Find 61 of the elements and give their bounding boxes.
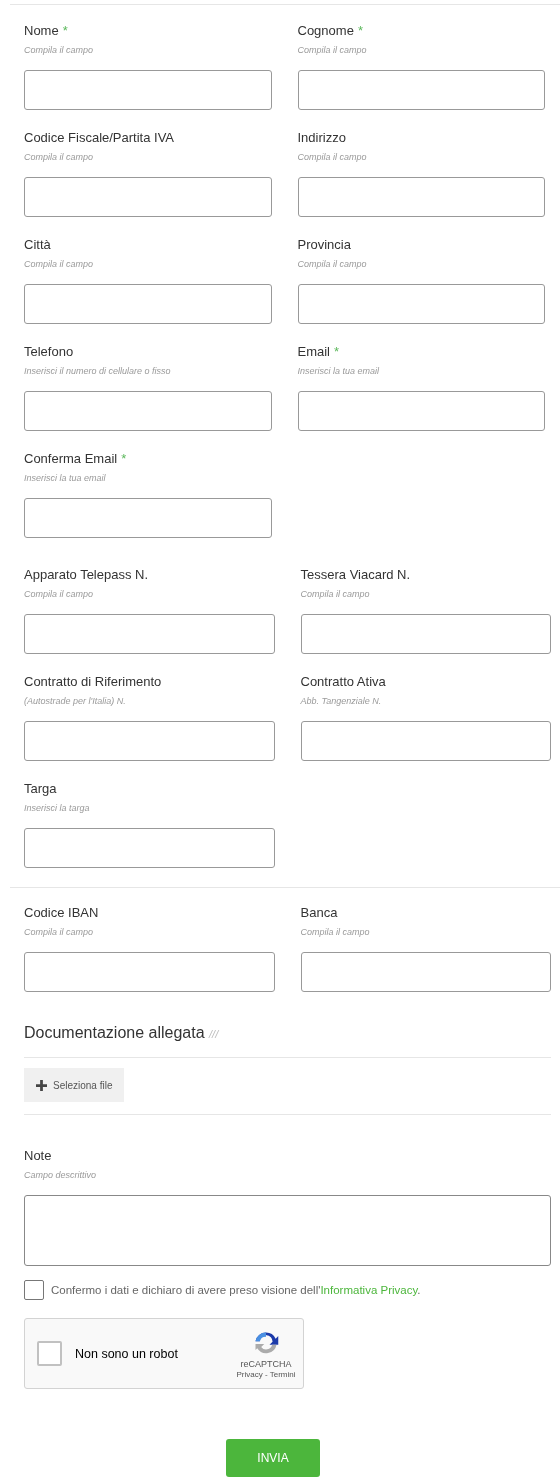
input-field[interactable] [300, 952, 551, 992]
field-hint: Inserisci la tua email [297, 365, 380, 377]
input-field[interactable] [297, 70, 545, 110]
input-field[interactable] [24, 391, 272, 431]
consent-checkbox[interactable] [24, 1280, 44, 1300]
input-field[interactable] [24, 952, 275, 992]
field-label: Tessera Viacard N. [300, 566, 411, 584]
field-label: Contratto Ativa [300, 673, 386, 691]
input-field[interactable] [24, 721, 275, 761]
notes-textarea[interactable] [24, 1195, 551, 1266]
field-label: Telefono [24, 343, 74, 361]
section-title: Documentazione allegata [24, 1024, 205, 1041]
input-field[interactable] [24, 284, 272, 324]
input-field[interactable] [300, 614, 551, 654]
field-hint: Compila il campo [300, 588, 370, 600]
field-label: Conferma Email * [24, 450, 127, 468]
field-hint: Campo descrittivo [24, 1169, 98, 1181]
field-hint: Compila il campo [300, 926, 370, 938]
field-label: Indirizzo [297, 129, 346, 147]
field-hint: Inserisci il numero di cellulare o fisso [24, 365, 171, 377]
select-file-button[interactable]: Seleziona file [24, 1068, 125, 1102]
input-field[interactable] [300, 721, 551, 761]
consent-text: Confermo i dati e dichiaro di avere preso visione dell'Informativa Privacy. [51, 1284, 421, 1296]
input-field[interactable] [24, 177, 272, 217]
field-label: Email * [297, 343, 340, 361]
field-hint: Compila il campo [24, 258, 94, 270]
field-hint: Compila il campo [297, 151, 367, 163]
field-hint: Compila il campo [24, 151, 94, 163]
field-label: Codice Fiscale/Partita IVA [24, 129, 175, 147]
input-field[interactable] [24, 498, 272, 538]
field-label: Città [24, 236, 51, 254]
field-hint: (Autostrade per l'Italia) N. [24, 695, 126, 707]
captcha-checkbox[interactable] [37, 1341, 62, 1366]
input-field[interactable] [297, 391, 545, 431]
input-field[interactable] [24, 828, 275, 868]
field-label: Codice IBAN [24, 904, 99, 922]
field-hint: Compila il campo [297, 258, 367, 270]
field-hint: Compila il campo [24, 44, 94, 56]
field-hint: Inserisci la targa [24, 802, 90, 814]
input-field[interactable] [297, 177, 545, 217]
field-label: Apparato Telepass N. [24, 566, 149, 584]
field-label: Banca [300, 904, 338, 922]
input-field[interactable] [24, 614, 275, 654]
field-label: Targa [24, 780, 57, 798]
input-field[interactable] [297, 284, 545, 324]
field-hint: Inserisci la tua email [24, 472, 106, 484]
title-decoration: /// [209, 1028, 219, 1040]
field-hint: Compila il campo [24, 588, 94, 600]
captcha-label: Non sono un robot [75, 1346, 179, 1361]
field-label: Provincia [297, 236, 351, 254]
field-label: Cognome * [297, 22, 363, 40]
field-label: Note [24, 1147, 53, 1165]
field-hint: Abb. Tangenziale N. [300, 695, 382, 707]
plus-icon [36, 1079, 47, 1091]
field-hint: Compila il campo [24, 926, 94, 938]
field-hint: Compila il campo [297, 44, 367, 56]
captcha-links[interactable]: Privacy - Termini [236, 1369, 296, 1379]
field-label: Nome * [24, 22, 68, 40]
field-label: Contratto di Riferimento [24, 673, 162, 691]
input-field[interactable] [24, 70, 272, 110]
recaptcha-brand: reCAPTCHA [240, 1358, 292, 1369]
